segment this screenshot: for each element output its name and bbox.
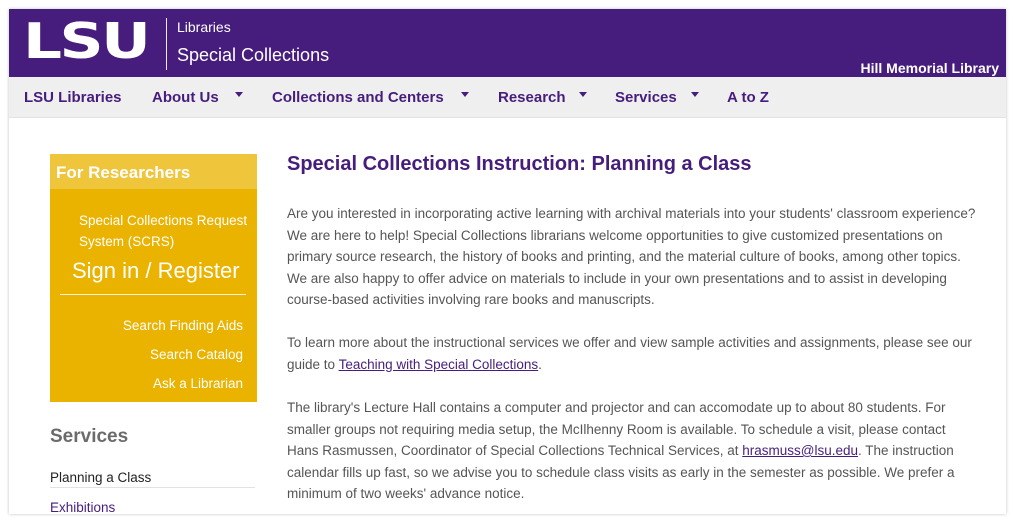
page-title: Special Collections Instruction: Plannin… (287, 153, 752, 175)
search-finding-aids-link[interactable]: Search Finding Aids (123, 318, 243, 333)
site-header: LSU Libraries Special Collections Hill M… (9, 9, 1006, 77)
site-title[interactable]: Special Collections (177, 45, 329, 66)
header-divider (166, 18, 167, 70)
email-link[interactable]: hrasmuss@lsu.edu (742, 443, 858, 458)
services-item-planning-a-class[interactable]: Planning a Class (50, 470, 151, 485)
ask-a-librarian-link[interactable]: Ask a Librarian (153, 376, 243, 391)
box-divider (60, 294, 246, 295)
nav-item-services[interactable]: Services (615, 89, 677, 106)
building-name[interactable]: Hill Memorial Library (861, 60, 999, 76)
nav-item-lsu-libraries[interactable]: LSU Libraries (24, 89, 122, 106)
chevron-down-icon[interactable] (579, 92, 587, 97)
services-item-exhibitions[interactable]: Exhibitions (50, 500, 115, 514)
guide-text-end: . (538, 356, 542, 372)
for-researchers-title: For Researchers (56, 163, 191, 182)
for-researchers-box: For Researchers Special Collections Requ… (50, 154, 257, 402)
services-divider (50, 487, 255, 488)
intro-paragraph: Are you interested in incorporating acti… (287, 206, 976, 307)
sign-in-register-link[interactable]: Sign in / Register (72, 258, 240, 284)
main-nav: LSU Libraries About Us Collections and C… (9, 77, 1006, 118)
lsu-logo[interactable]: LSU (23, 17, 151, 67)
nav-item-about-us[interactable]: About Us (152, 89, 219, 106)
teaching-with-special-collections-link[interactable]: Teaching with Special Collections (339, 357, 539, 372)
chevron-down-icon[interactable] (691, 92, 699, 97)
nav-item-a-to-z[interactable]: A to Z (727, 89, 769, 106)
services-heading: Services (50, 426, 129, 447)
chevron-down-icon[interactable] (235, 92, 243, 97)
nav-item-research[interactable]: Research (498, 89, 566, 106)
search-catalog-link[interactable]: Search Catalog (150, 347, 243, 362)
libraries-label[interactable]: Libraries (177, 19, 231, 35)
guide-paragraph: To learn more about the instructional se… (287, 332, 977, 375)
chevron-down-icon[interactable] (461, 92, 469, 97)
page-frame: LSU Libraries Special Collections Hill M… (9, 9, 1006, 514)
lecture-hall-paragraph: The library's Lecture Hall contains a co… (287, 397, 977, 505)
nav-item-collections[interactable]: Collections and Centers (272, 89, 444, 106)
for-researchers-header: For Researchers (50, 154, 257, 189)
scrs-label[interactable]: Special Collections Request System (SCRS… (79, 210, 249, 252)
